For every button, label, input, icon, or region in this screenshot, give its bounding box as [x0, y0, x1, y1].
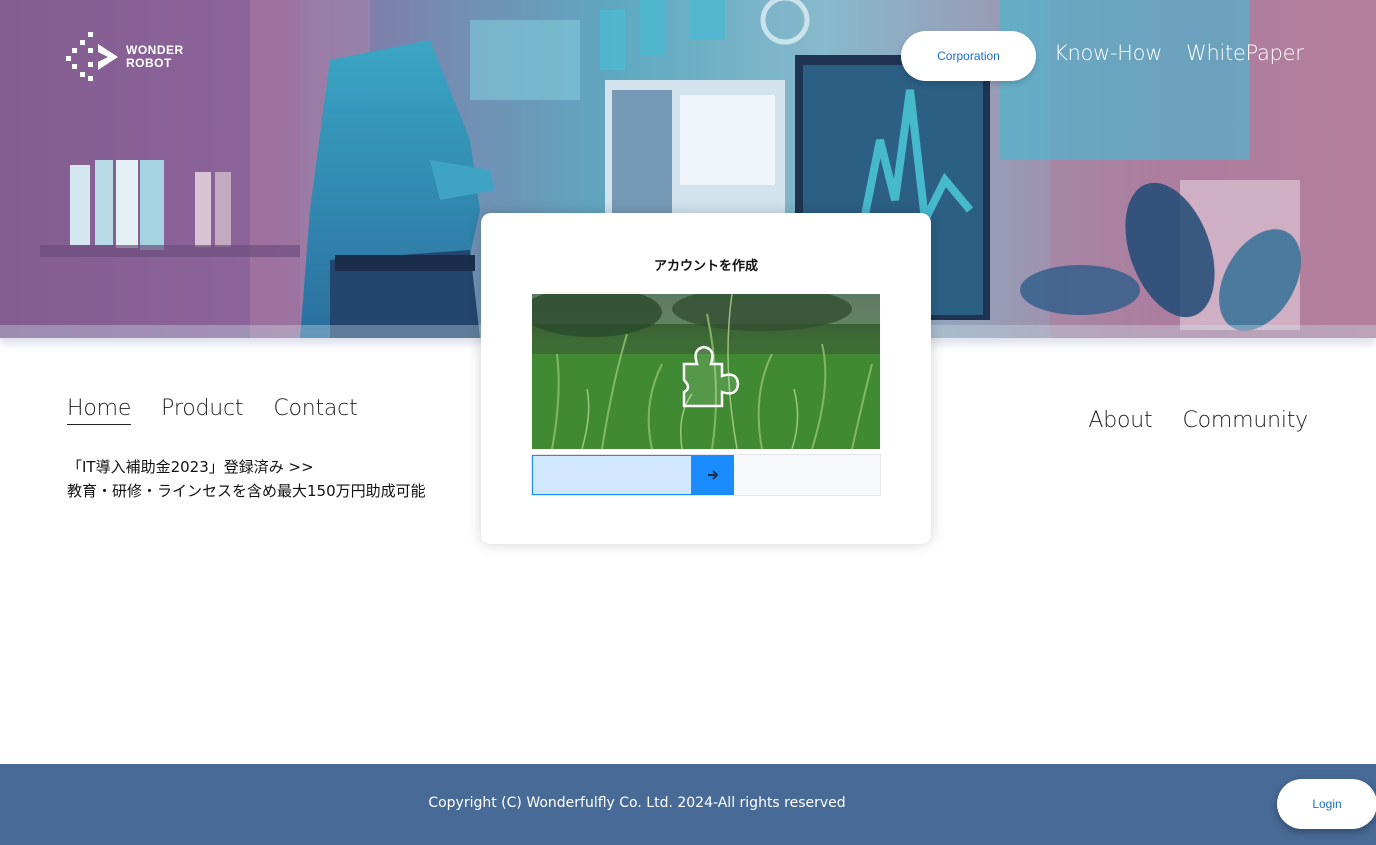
copyright-text: Copyright (C) Wonderfulfly Co. Ltd. 2024… [428, 795, 846, 811]
know-how-link[interactable]: Know-How [1054, 41, 1162, 65]
login-button[interactable]: Login [1277, 779, 1376, 829]
captcha-slider-progress [532, 455, 692, 495]
whitepaper-link[interactable]: WhitePaper [1186, 41, 1304, 65]
main-nav-right: About Community [1058, 408, 1308, 436]
main-nav-left: Home Product Contact [67, 396, 388, 425]
nav-home[interactable]: Home [67, 396, 131, 425]
nav-product[interactable]: Product [161, 396, 243, 425]
footer: Copyright (C) Wonderfulfly Co. Ltd. 2024… [0, 764, 1376, 845]
nav-contact[interactable]: Contact [273, 396, 357, 425]
corporation-button[interactable]: Corporation [901, 31, 1036, 81]
captcha-slider-handle[interactable] [692, 455, 734, 495]
logo-wordmark: WONDER ROBOT [126, 44, 184, 70]
grass-photo [532, 294, 880, 449]
nav-about[interactable]: About [1088, 408, 1152, 436]
captcha-puzzle-image [532, 294, 880, 449]
subsidy-link[interactable]: 「IT導入補助金2023」登録済み >> [67, 455, 426, 479]
wonder-robot-logo-icon [66, 32, 118, 81]
modal-title: アカウントを作成 [653, 259, 758, 274]
nav-community[interactable]: Community [1182, 408, 1308, 436]
captcha-slider-track[interactable] [531, 454, 881, 496]
subsidy-notice: 「IT導入補助金2023」登録済み >> 教育・研修・ラインセスを含め最大150… [67, 455, 426, 503]
logo-line-2: ROBOT [126, 56, 172, 70]
brand-logo[interactable]: WONDER ROBOT [66, 32, 184, 82]
subsidy-description: 教育・研修・ラインセスを含め最大150万円助成可能 [67, 482, 426, 500]
captcha-modal: アカウントを作成 [481, 213, 931, 544]
arrow-right-icon [708, 470, 719, 480]
